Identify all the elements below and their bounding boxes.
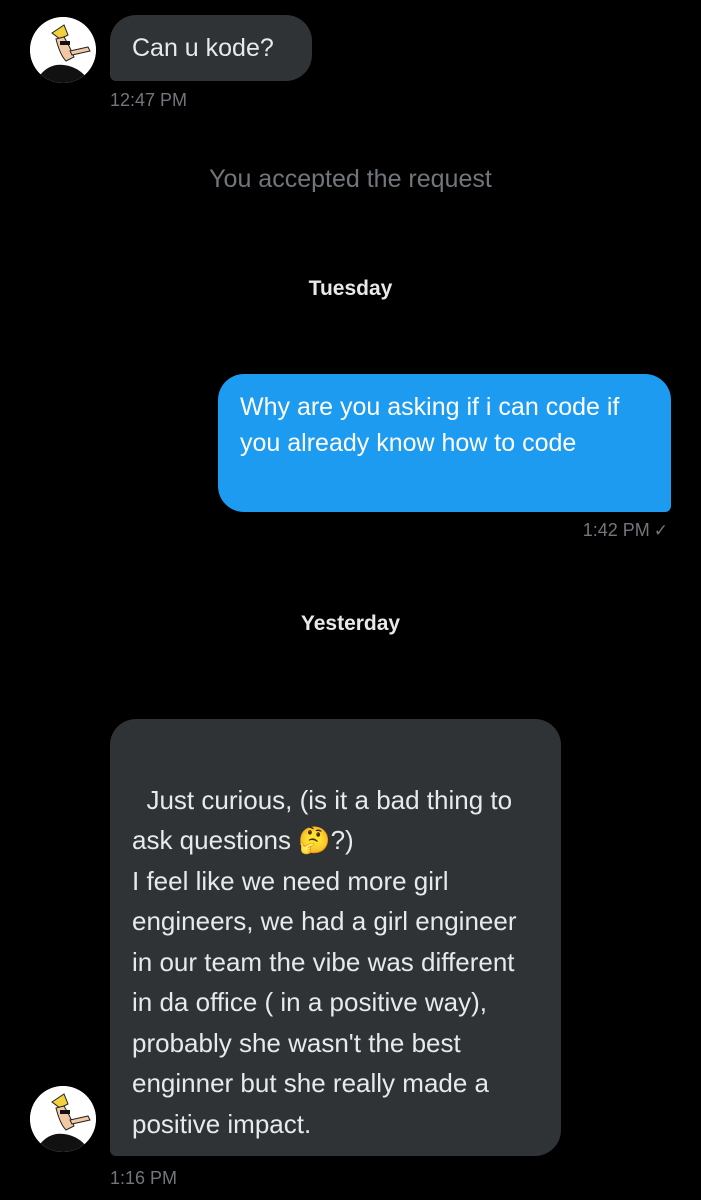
message-text: Why are you asking if i can code if you … xyxy=(240,393,620,457)
system-notice: You accepted the request xyxy=(209,165,492,193)
message-timestamp-row: 1:42 PM ✓ xyxy=(583,520,668,541)
message-bubble-outgoing[interactable]: Why are you asking if i can code if you … xyxy=(218,374,671,512)
cartoon-avatar-icon xyxy=(30,17,96,83)
message-text: Can u kode? xyxy=(132,34,274,62)
message-text: Just curious, (is it a bad thing to ask … xyxy=(132,784,517,1139)
day-separator: Tuesday xyxy=(308,277,393,300)
message-bubble-incoming[interactable]: Can u kode? xyxy=(110,15,312,81)
cartoon-avatar-icon xyxy=(30,1086,96,1152)
day-separator: Yesterday xyxy=(300,612,401,635)
message-timestamp: 1:16 PM xyxy=(110,1168,178,1188)
message-timestamp: 12:47 PM xyxy=(110,90,188,110)
sender-avatar[interactable] xyxy=(30,17,96,83)
sent-check-icon: ✓ xyxy=(653,521,668,540)
sender-avatar[interactable] xyxy=(30,1086,96,1152)
message-bubble-incoming[interactable]: Just curious, (is it a bad thing to ask … xyxy=(110,719,561,1156)
message-timestamp: 1:42 PM xyxy=(582,520,650,540)
